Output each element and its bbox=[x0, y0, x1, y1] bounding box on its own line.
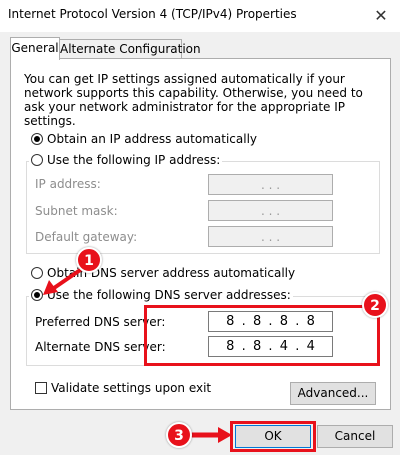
step-badge-1: 1 bbox=[76, 247, 102, 273]
step-badge-3: 3 bbox=[166, 422, 192, 448]
arrow-1-icon bbox=[43, 264, 88, 295]
step-badge-2: 2 bbox=[362, 292, 388, 318]
annotation-arrows bbox=[43, 264, 232, 443]
arrow-3-icon bbox=[189, 427, 232, 443]
